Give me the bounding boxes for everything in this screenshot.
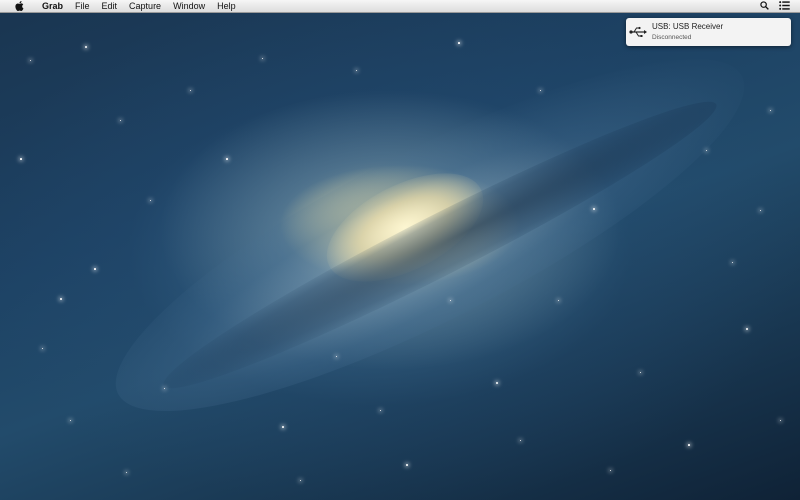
star: [356, 70, 358, 72]
star: [558, 300, 560, 302]
galaxy-dust-lane: [150, 77, 730, 413]
star: [42, 348, 44, 350]
star: [520, 440, 522, 442]
star: [732, 262, 734, 264]
star: [640, 372, 642, 374]
star: [780, 420, 782, 422]
star: [746, 328, 748, 330]
star: [126, 472, 128, 474]
star: [450, 300, 451, 301]
notification-banner[interactable]: USB: USB Receiver Disconnected: [626, 18, 791, 46]
star: [380, 410, 381, 411]
star: [70, 420, 72, 422]
star: [262, 58, 264, 60]
star: [94, 268, 96, 270]
apple-logo-icon[interactable]: [8, 1, 30, 12]
spotlight-search-icon[interactable]: [760, 1, 769, 12]
menu-help[interactable]: Help: [211, 0, 242, 13]
desktop-wallpaper: [0, 0, 800, 500]
star: [85, 46, 88, 49]
star: [190, 90, 192, 92]
star: [458, 42, 460, 44]
star: [593, 208, 595, 210]
star: [60, 298, 63, 301]
star: [282, 426, 284, 428]
menu-capture[interactable]: Capture: [123, 0, 167, 13]
star: [20, 158, 22, 160]
menu-window[interactable]: Window: [167, 0, 211, 13]
star: [540, 90, 542, 92]
menu-app-name[interactable]: Grab: [36, 0, 69, 13]
star: [610, 470, 612, 472]
star: [30, 60, 31, 61]
star: [496, 382, 499, 385]
star: [300, 480, 301, 481]
star: [150, 200, 151, 201]
star: [120, 120, 122, 122]
menu-bar: Grab File Edit Capture Window Help: [0, 0, 800, 13]
notification-subtitle: Disconnected: [652, 34, 692, 41]
menu-file[interactable]: File: [69, 0, 96, 13]
menu-extras: [760, 0, 790, 13]
star: [760, 210, 761, 211]
star: [688, 444, 690, 446]
notification-center-icon[interactable]: [779, 1, 790, 12]
star: [226, 158, 228, 160]
usb-icon: [629, 25, 647, 39]
menu-edit[interactable]: Edit: [96, 0, 124, 13]
star: [406, 464, 408, 466]
star: [706, 150, 708, 152]
star: [770, 110, 772, 112]
notification-title: USB: USB Receiver: [652, 22, 724, 31]
